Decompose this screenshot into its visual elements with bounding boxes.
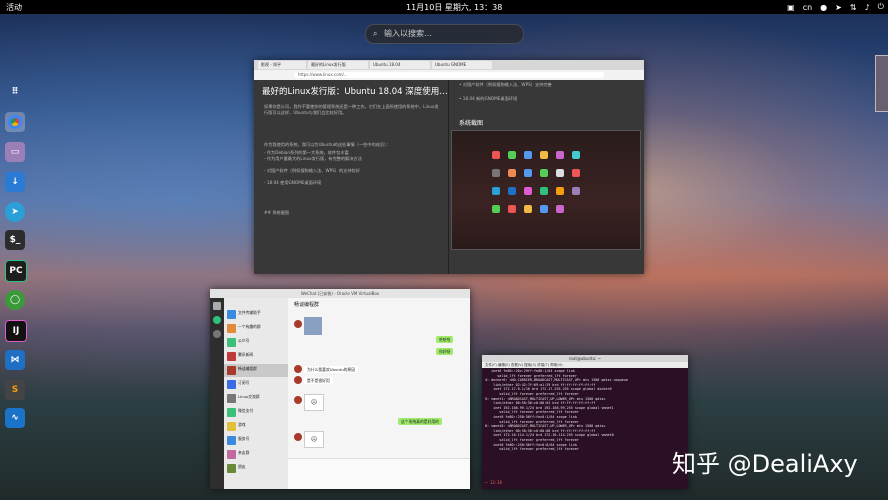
wechat-window[interactable]: WeChat (已安装) - Oracle VM VirtualBox 文件传输… (210, 289, 470, 489)
preview-heading: 系统截图 (459, 120, 484, 127)
browser-tab[interactable]: 影视 - 知乎 (258, 61, 306, 69)
conversation-item[interactable]: 游戏 (224, 420, 288, 433)
window-titlebar[interactable]: root@ubuntu: ~ (482, 355, 688, 362)
message-input[interactable] (288, 458, 470, 489)
power-menu-icon[interactable]: ⏻ (878, 2, 884, 12)
sticker-image[interactable]: ☹ (304, 431, 324, 448)
clock[interactable]: 11月10日 星期六, 13：38 (406, 2, 502, 13)
terminal-prompt[interactable]: ~ 13:38 (485, 480, 502, 485)
intellij-icon[interactable]: IJ (5, 320, 27, 342)
conversation-item[interactable]: 亲友群 (224, 448, 288, 461)
avatar[interactable] (294, 365, 302, 373)
volume-icon[interactable]: ♪ (865, 3, 870, 12)
search-icon: ⌕ (373, 29, 378, 38)
system-tray: ▣ cn ● ➤ ⇅ ♪ ⏻ (787, 1, 884, 13)
contacts-icon[interactable] (213, 330, 221, 338)
system-monitor-icon[interactable]: ∿ (5, 408, 25, 428)
editor-pane: 最好的Linux发行版：Ubuntu 18.04 深度使用… 如果你是公司，我作… (254, 80, 448, 274)
browser-window[interactable]: 影视 - 知乎 最好的Linux发行版 Ubuntu 18.04 Ubuntu … (254, 60, 644, 274)
url-field[interactable]: https://www.linux.com/... (294, 72, 604, 78)
telegram-icon[interactable]: ➤ (5, 202, 25, 222)
conversation-item[interactable]: 一个有趣的群 (224, 322, 288, 335)
message-bubble: 这个系统真的是好用的 (398, 418, 442, 425)
conversation-item[interactable]: 文件传输助手 (224, 308, 288, 321)
top-bar: 活动 11月10日 星期六, 13：38 ▣ cn ● ➤ ⇅ ♪ ⏻ (0, 0, 888, 14)
app-indicator-icon[interactable]: ● (820, 3, 827, 12)
pycharm-icon[interactable]: PC (5, 260, 27, 282)
conversation-item[interactable]: 订阅号 (224, 378, 288, 391)
message-bubble: 你好呀 (436, 348, 454, 355)
terminal-menubar[interactable]: 文件(F) 编辑(E) 查看(V) 搜索(S) 终端(T) 帮助(H) (482, 362, 688, 368)
preview-list-item: • 对国产软件（例如搜狗输入法、WPS）支持完善 (459, 82, 552, 87)
files-icon[interactable]: ▭ (5, 142, 25, 162)
conversation-item[interactable]: 微信支付 (224, 406, 288, 419)
article-title: 最好的Linux发行版：Ubuntu 18.04 深度使用… (262, 87, 448, 97)
article-paragraph: - 对国产软件（例如搜狗输入法、WPS）的支持较好 (264, 168, 360, 173)
conversation-item-selected[interactable]: 畅谈编程群 (224, 364, 288, 377)
conversation-item[interactable]: 服务号 (224, 434, 288, 447)
avatar[interactable] (294, 376, 302, 384)
terminal-icon[interactable]: $_ (5, 230, 25, 250)
sublime-icon[interactable]: S (5, 380, 25, 400)
avatar[interactable] (294, 433, 302, 441)
conversation-list: 文件传输助手 一个有趣的群 公众号 腾讯新闻 畅谈编程群 订阅号 Linux交流… (224, 298, 288, 489)
search-input[interactable]: ⌕ 输入以搜索… (365, 24, 524, 44)
screenshot-image (451, 130, 641, 250)
chat-icon[interactable] (213, 316, 221, 324)
message-bubble: 哈哈哈 (436, 336, 454, 343)
article-paragraph: ## 系统截图 (264, 210, 290, 215)
article-paragraph: - 作为Debian系列的第一大系统，软件包丰富 (264, 150, 349, 155)
input-method-label[interactable]: cn (803, 3, 812, 12)
address-bar: https://www.linux.com/... (254, 70, 644, 80)
app-indicator-icon[interactable]: ▣ (787, 3, 795, 12)
chat-title: 畅谈编程群 (294, 302, 320, 308)
browser-tab[interactable]: 最好的Linux发行版 (308, 61, 368, 69)
shared-image[interactable] (304, 317, 322, 335)
apps-grid-icon[interactable]: ⠿ (5, 82, 25, 102)
preview-list-item: • 18.04 新的GNOME桌面环境 (459, 96, 518, 101)
network-icon[interactable]: ⇅ (850, 3, 857, 12)
watermark-text: 知乎 @DealiAxy (672, 450, 858, 478)
software-updater-icon[interactable]: ↓ (5, 172, 25, 192)
article-paragraph: 如果你是公司，我作不要使你的管理系统还是一种工作。它们在上面所使用的系统中，Li… (264, 104, 439, 115)
conversation-item[interactable]: 朋友 (224, 462, 288, 475)
chat-panel: 畅谈编程群 哈哈哈 你好呀 为什么我喜欢Ubuntu的原因 是不是很好用 ☹ 这… (288, 298, 470, 489)
chrome-icon[interactable] (5, 112, 25, 132)
terminal-output: inet6 fe80::20c:29ff:fe00:1/64 scope lin… (485, 369, 628, 452)
article-paragraph: - 作为用户量最大的Linux发行版，有完整的解决方法 (264, 156, 362, 161)
conversation-item[interactable]: Linux交流群 (224, 392, 288, 405)
sticker-image[interactable]: ☹ (304, 394, 324, 411)
workspace-thumbnail[interactable] (875, 55, 888, 112)
message-bubble: 为什么我喜欢Ubuntu的原因 (304, 366, 359, 373)
conversation-item[interactable]: 公众号 (224, 336, 288, 349)
conversation-item[interactable]: 腾讯新闻 (224, 350, 288, 363)
terminal-window[interactable]: root@ubuntu: ~ 文件(F) 编辑(E) 查看(V) 搜索(S) 终… (482, 355, 688, 489)
telegram-tray-icon[interactable]: ➤ (835, 3, 842, 12)
avatar[interactable] (294, 320, 302, 328)
search-placeholder: 输入以搜索… (384, 29, 432, 38)
avatar[interactable] (294, 396, 302, 404)
preview-pane: • 对国产软件（例如搜狗输入法、WPS）支持完善 • 18.04 新的GNOME… (448, 80, 644, 274)
activities-button[interactable]: 活动 (6, 2, 22, 13)
vscode-icon[interactable]: ⋈ (5, 350, 25, 370)
wechat-nav-bar (210, 298, 224, 489)
tab-bar: 影视 - 知乎 最好的Linux发行版 Ubuntu 18.04 Ubuntu … (254, 60, 644, 70)
browser-tab[interactable]: Ubuntu 18.04 (370, 61, 430, 69)
avatar[interactable] (213, 302, 221, 310)
article-paragraph: - 18.04 使用GNOME桌面环境 (264, 180, 322, 185)
message-bubble: 是不是很好用 (304, 377, 333, 384)
anaconda-icon[interactable]: ◯ (5, 290, 25, 310)
browser-tab[interactable]: Ubuntu GNOME (432, 61, 492, 69)
window-titlebar[interactable]: WeChat (已安装) - Oracle VM VirtualBox (210, 289, 470, 298)
article-paragraph: 作为我使用的系统，我可以为Ubuntu的这些事情（一些中的成员）： (264, 142, 391, 147)
